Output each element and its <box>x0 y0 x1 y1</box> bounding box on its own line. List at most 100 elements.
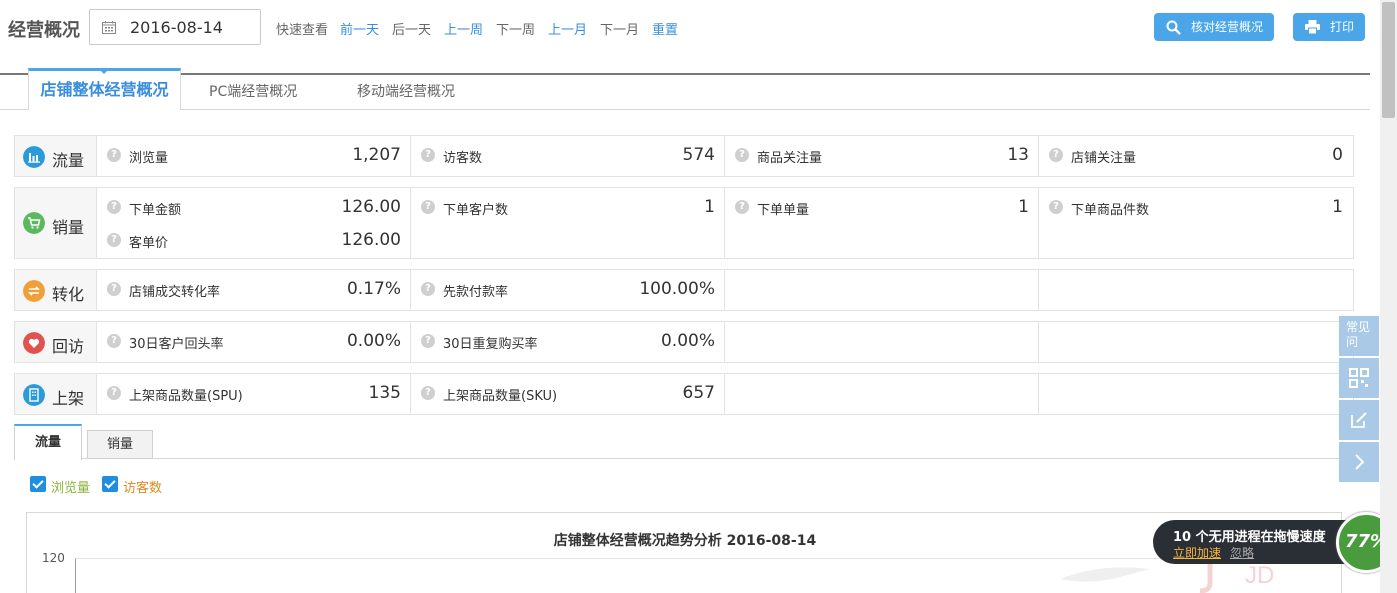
metric-row-listing: 上架 ? 上架商品数量(SPU) 135 ? 上架商品数量(SKU) 657 <box>14 373 1354 415</box>
search-icon <box>1166 20 1181 35</box>
metric-value: 0.00% <box>660 331 715 351</box>
checkbox-page-views[interactable]: 浏览量 <box>30 475 91 496</box>
chevron-right-icon <box>1355 454 1365 470</box>
checkbox-label: 访客数 <box>123 481 163 496</box>
verify-overview-button[interactable]: 核对经营概况 <box>1154 13 1274 41</box>
tab-mobile-overview[interactable]: 移动端经营概况 <box>357 75 455 110</box>
notification-title: 10 个无用进程在拖慢速度 <box>1173 530 1326 545</box>
metric-value: 574 <box>682 145 715 165</box>
help-icon[interactable]: ? <box>421 200 435 214</box>
help-icon[interactable]: ? <box>735 148 749 162</box>
prev-week-link[interactable]: 上一周 <box>444 19 483 38</box>
next-day-link[interactable]: 后一天 <box>392 19 431 38</box>
quick-view-label: 快速查看 <box>276 23 329 38</box>
category-traffic: 流量 <box>15 136 97 176</box>
vertical-scrollbar[interactable] <box>1380 0 1397 593</box>
metric-label: 店铺关注量 <box>1071 151 1137 166</box>
tab-sales-chart[interactable]: 销量 <box>87 430 153 459</box>
help-icon[interactable]: ? <box>107 334 121 348</box>
page-title: 经营概况 <box>8 20 80 41</box>
metric-value: 657 <box>682 383 715 403</box>
metric-value: 0.17% <box>346 279 401 299</box>
next-month-link[interactable]: 下一月 <box>600 19 639 38</box>
tab-pc-overview[interactable]: PC端经营概况 <box>209 75 297 110</box>
metric-order-count: ? 下单单量 1 <box>725 197 1039 218</box>
metric-prepay-rate: ? 先款付款率 100.00% <box>411 279 725 300</box>
metric-label: 30日客户回头率 <box>129 337 224 352</box>
prev-month-link[interactable]: 上一月 <box>548 19 587 38</box>
metric-page-views: ? 浏览量 1,207 <box>97 145 411 166</box>
scrollbar-thumb[interactable] <box>1382 2 1395 118</box>
category-revisit: 回访 <box>15 322 97 362</box>
printer-icon <box>1305 20 1320 34</box>
metric-label: 浏览量 <box>129 151 169 166</box>
help-icon[interactable]: ? <box>421 334 435 348</box>
metric-cell: ? 30日客户回头率 0.00% <box>97 322 411 362</box>
checkbox-label: 浏览量 <box>51 481 91 496</box>
date-picker[interactable]: 2016-08-14 <box>89 9 261 45</box>
category-label: 销量 <box>52 218 85 237</box>
metric-order-customers: ? 下单客户数 1 <box>411 197 725 218</box>
date-value: 2016-08-14 <box>130 18 223 37</box>
checkbox-checked-icon <box>102 476 118 492</box>
collapse-button[interactable] <box>1339 442 1379 482</box>
prev-day-link[interactable]: 前一天 <box>340 19 379 38</box>
heart-icon <box>23 332 45 354</box>
help-icon[interactable]: ? <box>421 148 435 162</box>
qrcode-button[interactable] <box>1339 358 1379 398</box>
overview-tabs: 店铺整体经营概况 PC端经营概况 移动端经营概况 <box>0 66 1370 110</box>
metric-return-rate: ? 30日客户回头率 0.00% <box>97 331 411 352</box>
category-label: 流量 <box>52 151 85 170</box>
category-conversion: 转化 <box>15 270 97 310</box>
metric-label: 下单金额 <box>129 203 182 218</box>
checkbox-checked-icon <box>30 476 46 492</box>
top-bar: 经营概况 2016-08-14 快速查看 前一天 后一天 上一周 下一周 上一月… <box>0 0 1380 56</box>
checkbox-visitors[interactable]: 访客数 <box>102 475 163 496</box>
metric-value: 1 <box>1018 197 1029 217</box>
print-button[interactable]: 打印 <box>1293 13 1365 41</box>
metric-row-traffic: 流量 ? 浏览量 1,207 ? 访客数 574 ? 商品关注量 13 ? 店铺… <box>14 135 1354 177</box>
metric-label: 上架商品数量(SKU) <box>443 389 558 404</box>
metric-cell-empty <box>1039 322 1353 362</box>
metric-label: 客单价 <box>129 236 169 251</box>
metric-label: 上架商品数量(SPU) <box>129 389 243 404</box>
help-icon[interactable]: ? <box>735 200 749 214</box>
metric-cell: ? 下单单量 1 <box>725 188 1039 258</box>
help-icon[interactable]: ? <box>107 282 121 296</box>
help-icon[interactable]: ? <box>107 386 121 400</box>
help-icon[interactable]: ? <box>421 386 435 400</box>
metric-cell: ? 下单客户数 1 <box>411 188 725 258</box>
help-icon[interactable]: ? <box>421 282 435 296</box>
category-listing: 上架 <box>15 374 97 414</box>
help-icon[interactable]: ? <box>1049 200 1063 214</box>
help-icon[interactable]: ? <box>107 148 121 162</box>
exchange-icon <box>23 280 45 302</box>
reset-link[interactable]: 重置 <box>652 19 678 38</box>
metric-value: 100.00% <box>639 279 715 299</box>
category-sales: 销量 <box>15 188 97 258</box>
speedup-now-link[interactable]: 立即加速 <box>1173 544 1221 561</box>
metric-value: 1,207 <box>352 145 401 165</box>
chart-title: 店铺整体经营概况趋势分析 2016-08-14 <box>553 533 817 549</box>
help-icon[interactable]: ? <box>107 200 121 214</box>
metric-store-follows: ? 店铺关注量 0 <box>1039 145 1353 166</box>
metric-row-revisit: 回访 ? 30日客户回头率 0.00% ? 30日重复购买率 0.00% <box>14 321 1354 363</box>
metric-label: 下单单量 <box>757 203 810 218</box>
metric-cell: ? 30日重复购买率 0.00% <box>411 322 725 362</box>
next-week-link[interactable]: 下一周 <box>496 19 535 38</box>
metric-cell: ? 店铺关注量 0 <box>1039 136 1353 176</box>
chart-tabs: 流量 销量 <box>14 424 1340 460</box>
ignore-link[interactable]: 忽略 <box>1230 544 1254 561</box>
tab-traffic-chart[interactable]: 流量 <box>14 424 82 460</box>
faq-button[interactable]: 常见问 <box>1339 316 1379 356</box>
help-icon[interactable]: ? <box>107 233 121 247</box>
building-icon <box>23 384 45 406</box>
metric-label: 商品关注量 <box>757 151 823 166</box>
metric-cell: ? 上架商品数量(SPU) 135 <box>97 374 411 414</box>
feedback-button[interactable] <box>1339 400 1379 440</box>
metric-cell: ? 浏览量 1,207 <box>97 136 411 176</box>
help-icon[interactable]: ? <box>1049 148 1063 162</box>
tab-store-overall[interactable]: 店铺整体经营概况 <box>28 68 181 110</box>
category-label: 上架 <box>52 389 85 408</box>
metric-cell-empty <box>725 374 1039 414</box>
